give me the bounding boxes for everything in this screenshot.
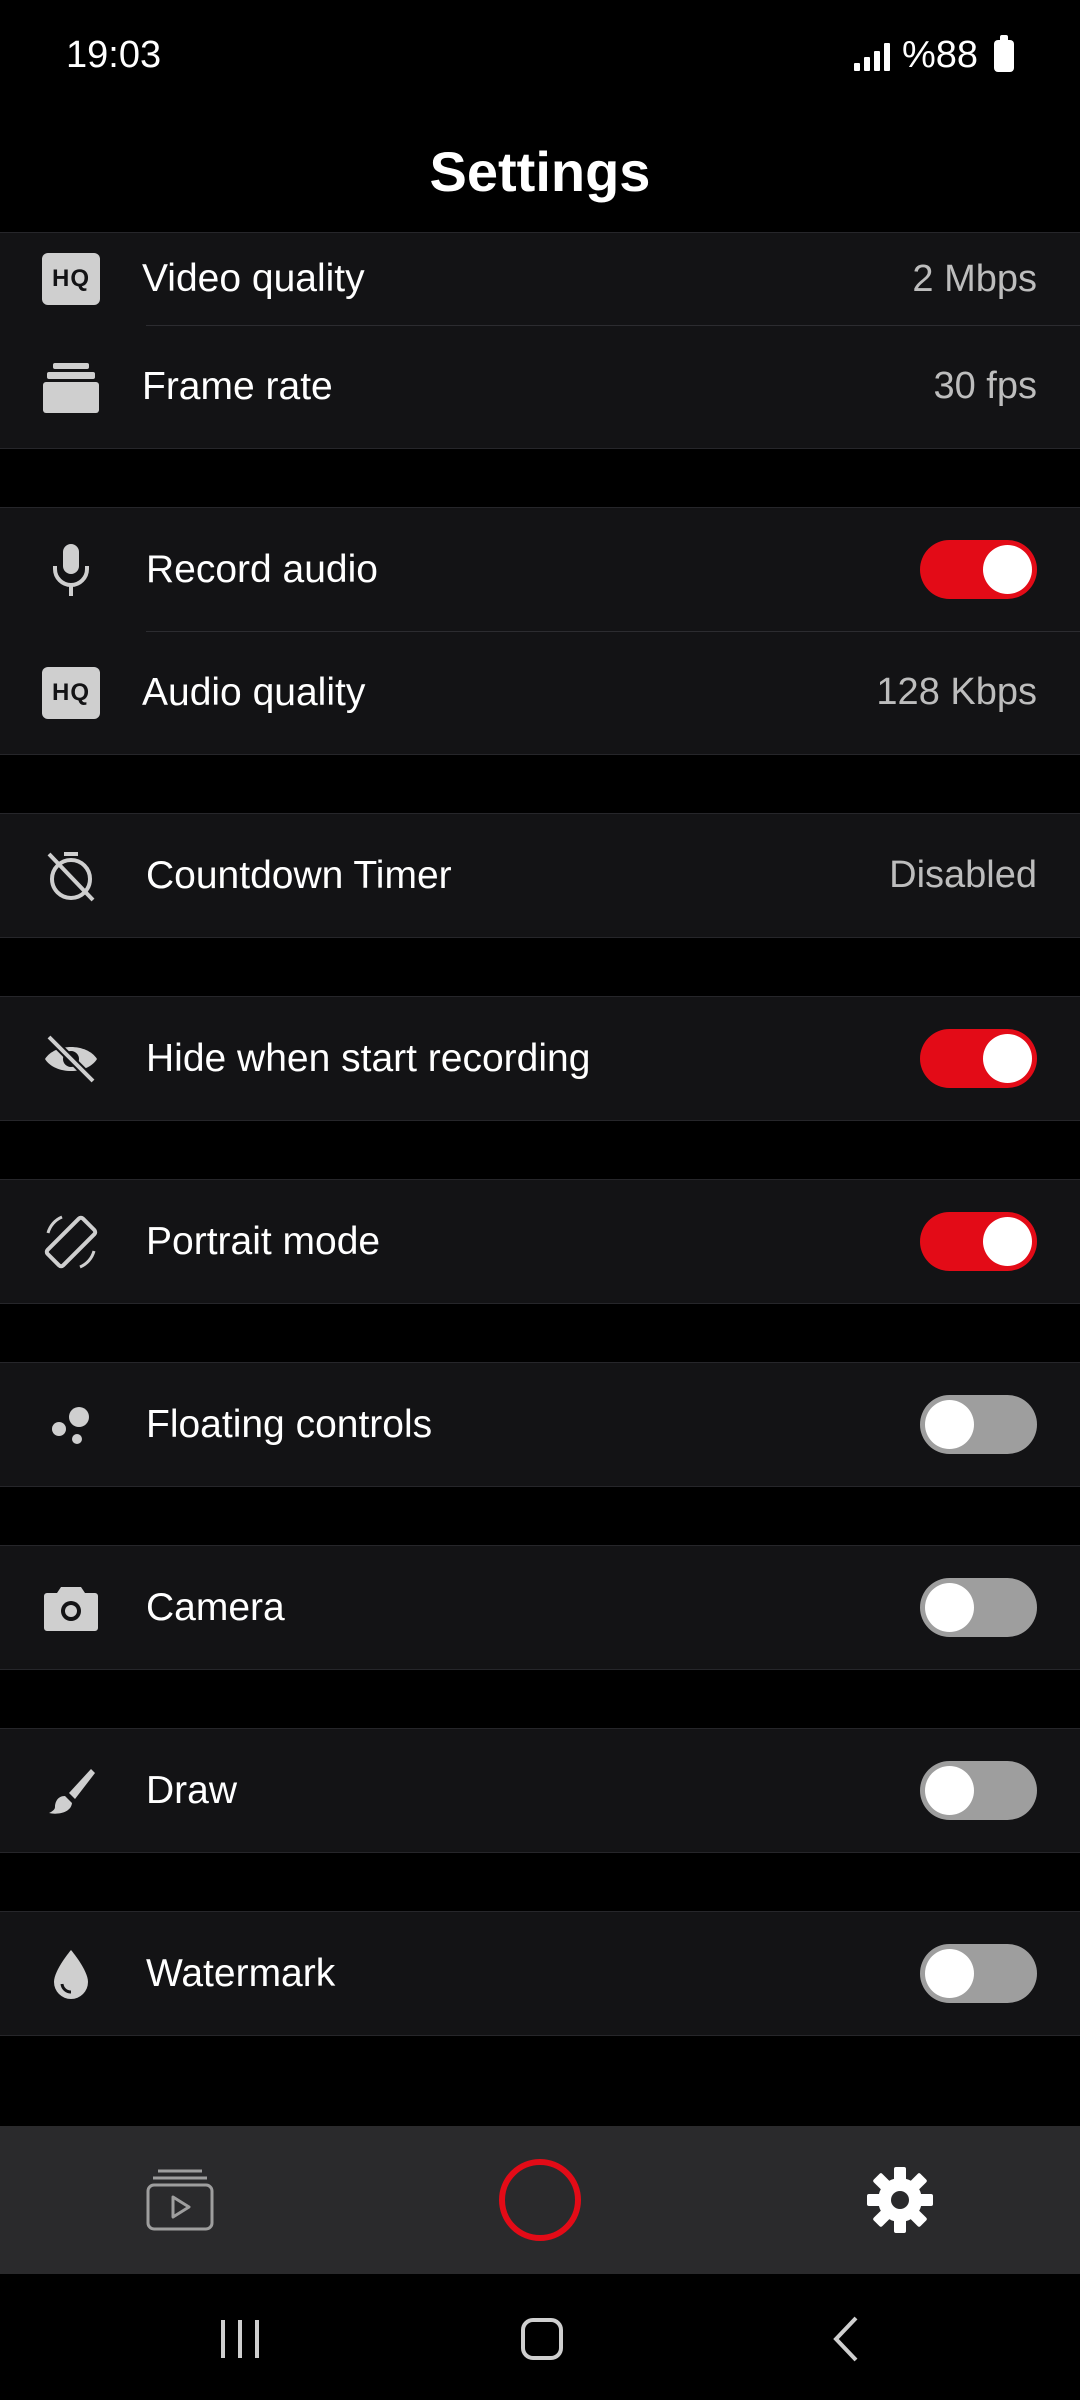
setting-label: Video quality [142, 257, 365, 300]
drop-icon [40, 1943, 102, 2005]
timer-off-icon [40, 845, 102, 907]
watermark-toggle[interactable] [920, 1944, 1037, 2003]
microphone-icon [40, 539, 102, 601]
floating-controls-toggle[interactable] [920, 1395, 1037, 1454]
hq-icon: HQ [40, 248, 102, 310]
app-header: Settings [0, 110, 1080, 232]
layers-icon [40, 356, 102, 418]
group-floating: Floating controls [0, 1362, 1080, 1487]
section-gap [0, 1487, 1080, 1545]
record-audio-toggle[interactable] [920, 540, 1037, 599]
toggle-knob [925, 1400, 974, 1449]
bubbles-icon [40, 1394, 102, 1456]
home-icon [521, 2318, 563, 2360]
setting-draw[interactable]: Draw [0, 1729, 1080, 1852]
setting-label: Draw [146, 1768, 238, 1812]
back-icon [833, 2316, 858, 2362]
home-button[interactable] [502, 2304, 582, 2374]
recent-apps-button[interactable] [200, 2304, 280, 2374]
group-video: HQ Video quality 2 Mbps Frame rate 30 fp… [0, 232, 1080, 449]
brush-icon [40, 1760, 102, 1822]
toggle-knob [925, 1949, 974, 1998]
portrait-mode-toggle[interactable] [920, 1212, 1037, 1271]
toggle-knob [925, 1583, 974, 1632]
section-gap [0, 449, 1080, 507]
setting-frame-rate[interactable]: Frame rate 30 fps [0, 325, 1080, 448]
setting-label: Floating controls [146, 1402, 433, 1446]
toggle-knob [983, 545, 1032, 594]
screen-rotation-icon [40, 1211, 102, 1273]
group-draw: Draw [0, 1728, 1080, 1853]
section-gap [0, 755, 1080, 813]
setting-value: 2 Mbps [912, 257, 1037, 300]
toggle-knob [925, 1766, 974, 1815]
group-timer: Countdown Timer Disabled [0, 813, 1080, 938]
status-time: 19:03 [66, 34, 162, 76]
settings-tab[interactable] [850, 2150, 950, 2250]
setting-countdown-timer[interactable]: Countdown Timer Disabled [0, 814, 1080, 937]
setting-hide-when-recording[interactable]: Hide when start recording [0, 997, 1080, 1120]
setting-value: 30 fps [933, 365, 1037, 407]
section-gap [0, 1121, 1080, 1179]
eye-off-icon [40, 1028, 102, 1090]
setting-label: Portrait mode [146, 1219, 381, 1263]
camera-icon [40, 1577, 102, 1639]
setting-floating-controls[interactable]: Floating controls [0, 1363, 1080, 1486]
toggle-knob [983, 1217, 1032, 1266]
group-camera: Camera [0, 1545, 1080, 1670]
setting-label: Countdown Timer [146, 853, 452, 897]
toggle-knob [983, 1034, 1032, 1083]
status-bar: 19:03 %88 [0, 0, 1080, 110]
system-nav-bar [0, 2274, 1080, 2400]
setting-value: 128 Kbps [876, 671, 1037, 713]
setting-audio-quality[interactable]: HQ Audio quality 128 Kbps [0, 631, 1080, 754]
setting-value: Disabled [889, 854, 1037, 896]
setting-record-audio[interactable]: Record audio [0, 508, 1080, 631]
battery-percent: %88 [901, 34, 978, 76]
battery-icon [994, 34, 1014, 72]
record-icon [499, 2159, 581, 2241]
record-button[interactable] [490, 2150, 590, 2250]
group-watermark: Watermark [0, 1911, 1080, 2036]
bottom-nav [0, 2126, 1080, 2274]
section-gap [0, 1304, 1080, 1362]
setting-label: Frame rate [142, 364, 333, 408]
group-portrait: Portrait mode [0, 1179, 1080, 1304]
section-gap [0, 1853, 1080, 1911]
camera-toggle[interactable] [920, 1578, 1037, 1637]
section-gap [0, 1670, 1080, 1728]
setting-video-quality[interactable]: HQ Video quality 2 Mbps [0, 233, 1080, 325]
status-indicators: %88 [853, 34, 1014, 77]
setting-label: Hide when start recording [146, 1036, 591, 1080]
settings-list: HQ Video quality 2 Mbps Frame rate 30 fp… [0, 232, 1080, 2036]
video-library-icon [146, 2169, 214, 2231]
setting-watermark[interactable]: Watermark [0, 1912, 1080, 2035]
recent-apps-icon [221, 2320, 259, 2358]
hide-when-recording-toggle[interactable] [920, 1029, 1037, 1088]
setting-label: Record audio [146, 547, 378, 591]
setting-label: Audio quality [142, 670, 366, 714]
setting-portrait-mode[interactable]: Portrait mode [0, 1180, 1080, 1303]
videos-tab[interactable] [130, 2150, 230, 2250]
setting-label: Watermark [146, 1951, 336, 1995]
setting-label: Camera [146, 1585, 285, 1629]
group-hide: Hide when start recording [0, 996, 1080, 1121]
back-button[interactable] [806, 2304, 886, 2374]
page-title: Settings [429, 139, 651, 203]
hq-icon: HQ [40, 662, 102, 724]
gear-icon [867, 2167, 933, 2233]
signal-icon [853, 41, 890, 71]
draw-toggle[interactable] [920, 1761, 1037, 1820]
group-audio: Record audio HQ Audio quality 128 Kbps [0, 507, 1080, 755]
section-gap [0, 938, 1080, 996]
setting-camera[interactable]: Camera [0, 1546, 1080, 1669]
